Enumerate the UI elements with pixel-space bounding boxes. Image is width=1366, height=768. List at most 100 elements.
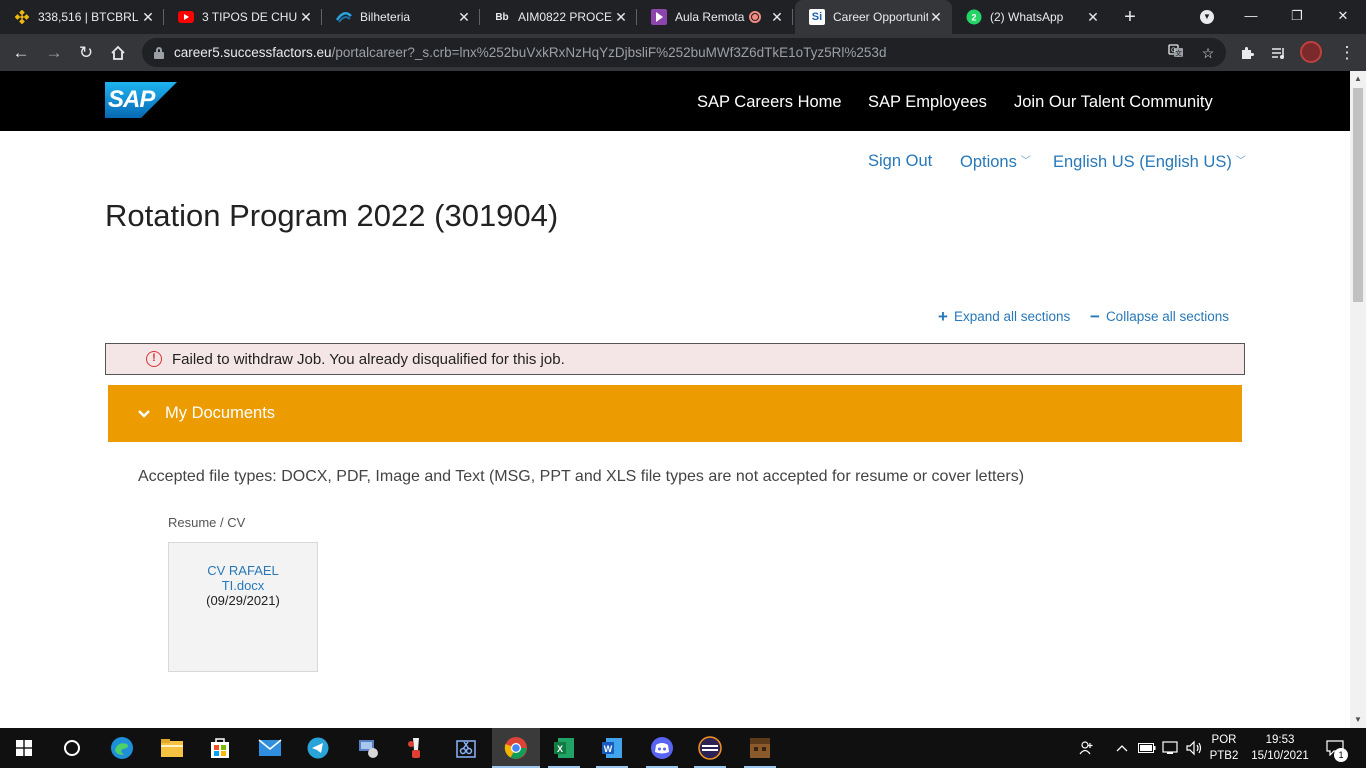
url-text: career5.successfactors.eu/portalcareer?_… xyxy=(174,45,887,60)
network-icon[interactable] xyxy=(1161,728,1181,768)
minecraft-icon[interactable] xyxy=(736,728,784,768)
new-tab-button[interactable]: + xyxy=(1118,4,1142,30)
nav-link-careers-home[interactable]: SAP Careers Home xyxy=(697,93,842,112)
options-dropdown[interactable]: Options ﹀ xyxy=(960,152,1031,172)
sap-logo[interactable]: SAP xyxy=(105,82,177,118)
reload-button[interactable]: ↻ xyxy=(73,40,99,66)
nav-link-sap-employees[interactable]: SAP Employees xyxy=(868,93,987,112)
close-tab-icon[interactable]: ✕ xyxy=(1085,9,1101,26)
page-viewport: SAP SAP Careers Home SAP Employees Join … xyxy=(0,71,1350,728)
start-button[interactable] xyxy=(0,728,48,768)
browser-tab[interactable]: 3 TIPOS DE CHURRASCO ✕ xyxy=(164,0,322,34)
volume-icon[interactable] xyxy=(1184,728,1204,768)
snip-icon[interactable] xyxy=(442,728,490,768)
chrome-icon[interactable] xyxy=(492,728,540,768)
chevron-up-icon[interactable] xyxy=(1112,728,1132,768)
app-icon[interactable] xyxy=(344,728,392,768)
close-window-button[interactable]: ✕ xyxy=(1320,0,1366,34)
profile-button[interactable] xyxy=(1298,40,1324,66)
excel-icon[interactable]: X xyxy=(540,728,588,768)
minimize-button[interactable]: — xyxy=(1228,0,1274,34)
home-button[interactable] xyxy=(105,40,131,66)
browser-tab[interactable]: Aula Remota ✕ xyxy=(637,0,793,34)
browser-toolbar: ← → ↻ career5.successfactors.eu/portalca… xyxy=(0,34,1366,71)
plus-icon: + xyxy=(938,306,948,326)
resume-file-link[interactable]: CV RAFAEL TI.docx xyxy=(193,563,293,593)
chevron-down-icon: ﹀ xyxy=(1020,156,1031,167)
browser-tab[interactable]: Bb AIM0822 PROCESSOS ✕ xyxy=(480,0,637,34)
tab-title: Career Opportunities xyxy=(833,10,928,24)
scroll-up-icon[interactable]: ▲ xyxy=(1350,71,1366,87)
close-tab-icon[interactable]: ✕ xyxy=(298,9,314,26)
sign-out-link[interactable]: Sign Out xyxy=(868,152,932,171)
svg-text:G: G xyxy=(1171,48,1176,54)
puzzle-icon xyxy=(1242,47,1254,59)
successfactors-icon: Si xyxy=(809,9,825,25)
eclipse-icon[interactable] xyxy=(686,728,734,768)
bookmark-star-icon[interactable]: ☆ xyxy=(1198,43,1218,63)
page-scrollbar[interactable]: ▲ ▼ xyxy=(1350,71,1366,728)
scroll-thumb[interactable] xyxy=(1353,88,1363,302)
alert-message: Failed to withdraw Job. You already disq… xyxy=(172,350,565,368)
lock-icon xyxy=(154,46,164,59)
resume-upload-date: (09/29/2021) xyxy=(206,593,280,608)
notification-center-button[interactable]: 1 xyxy=(1320,728,1350,768)
media-control-button[interactable] xyxy=(1266,40,1292,66)
language-label: English US (English US) xyxy=(1053,153,1232,171)
tab-title: 338,516 | BTCBRL xyxy=(38,10,139,24)
browser-tab[interactable]: Bilheteria ✕ xyxy=(322,0,480,34)
sap-logo-text: SAP xyxy=(108,86,155,113)
store-icon[interactable] xyxy=(196,728,244,768)
tab-title: (2) WhatsApp xyxy=(990,10,1064,24)
youtube-icon xyxy=(178,9,194,25)
close-tab-icon[interactable]: ✕ xyxy=(769,9,785,26)
scroll-down-icon[interactable]: ▼ xyxy=(1350,712,1366,728)
browser-tab[interactable]: 2 (2) WhatsApp ✕ xyxy=(952,0,1109,34)
edge-icon[interactable] xyxy=(98,728,146,768)
file-explorer-icon[interactable] xyxy=(148,728,196,768)
chevron-down-icon: ﹀ xyxy=(1235,156,1246,167)
system-clock[interactable]: 19:53 15/10/2021 xyxy=(1240,732,1320,764)
avatar xyxy=(1300,41,1322,63)
svg-text:2: 2 xyxy=(971,13,976,23)
chevron-down-icon xyxy=(138,405,152,423)
tab-search-button[interactable]: ▼ xyxy=(1184,0,1230,34)
collapse-all-button[interactable]: − Collapse all sections xyxy=(1090,308,1229,325)
close-tab-icon[interactable]: ✕ xyxy=(613,9,629,26)
search-button[interactable] xyxy=(48,728,96,768)
nav-link-talent-community[interactable]: Join Our Talent Community xyxy=(1014,93,1213,112)
people-icon[interactable] xyxy=(1076,728,1098,768)
expand-all-button[interactable]: + Expand all sections xyxy=(938,306,1070,326)
restore-button[interactable]: ❐ xyxy=(1274,0,1320,34)
extensions-button[interactable] xyxy=(1234,40,1260,66)
aula-icon xyxy=(651,9,667,25)
search-icon xyxy=(64,740,80,756)
collapse-all-label: Collapse all sections xyxy=(1105,309,1229,324)
tab-title: Aula Remota xyxy=(675,10,745,24)
browser-tab[interactable]: 338,516 | BTCBRL ✕ xyxy=(0,0,164,34)
browser-tab-active[interactable]: Si Career Opportunities ✕ xyxy=(795,0,952,34)
whatsapp-icon: 2 xyxy=(966,9,982,25)
back-button[interactable]: ← xyxy=(8,40,34,66)
language-dropdown[interactable]: English US (English US) ﹀ xyxy=(1053,152,1246,172)
address-bar[interactable]: career5.successfactors.eu/portalcareer?_… xyxy=(142,38,1226,67)
translate-icon[interactable]: 文G xyxy=(1166,43,1186,63)
word-icon[interactable]: W xyxy=(588,728,636,768)
home-icon xyxy=(111,45,125,60)
browser-menu-button[interactable]: ⋮ xyxy=(1334,40,1360,66)
telegram-icon[interactable] xyxy=(294,728,342,768)
my-documents-section-header[interactable]: My Documents xyxy=(108,385,1242,442)
accepted-file-types-text: Accepted file types: DOCX, PDF, Image an… xyxy=(138,468,1025,485)
battery-icon[interactable] xyxy=(1137,728,1157,768)
close-tab-icon[interactable]: ✕ xyxy=(140,9,156,26)
close-tab-icon[interactable]: ✕ xyxy=(928,9,944,26)
windows-logo-icon xyxy=(16,740,32,756)
forward-button[interactable]: → xyxy=(41,40,67,66)
close-tab-icon[interactable]: ✕ xyxy=(456,9,472,26)
language-code: POR xyxy=(1211,734,1237,746)
mail-icon[interactable] xyxy=(246,728,294,768)
paint-icon[interactable] xyxy=(392,728,440,768)
input-language-indicator[interactable]: POR PTB2 xyxy=(1205,732,1243,764)
browser-tab-strip: 338,516 | BTCBRL ✕ 3 TIPOS DE CHURRASCO … xyxy=(0,0,1366,34)
discord-icon[interactable] xyxy=(638,728,686,768)
